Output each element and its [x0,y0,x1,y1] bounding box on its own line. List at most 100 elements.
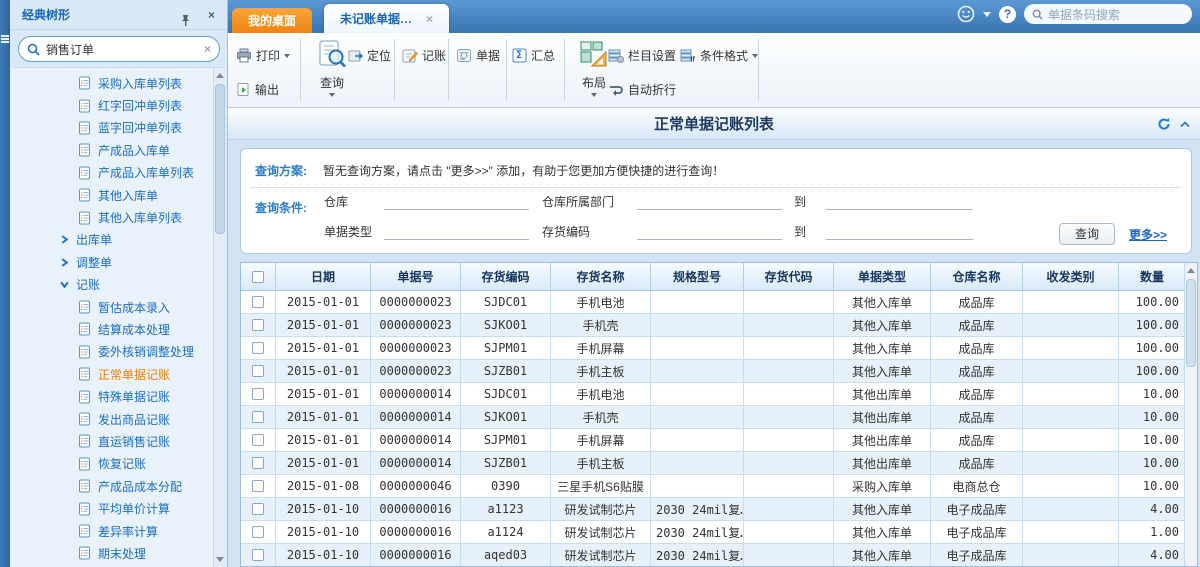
collapse-up-icon[interactable] [1180,121,1190,128]
auto-wrap-button[interactable]: 自动折行 [608,81,676,98]
post-button[interactable]: 记账 [402,47,446,64]
refresh-icon[interactable] [1157,117,1171,131]
column-header[interactable]: 单据号 [371,263,461,290]
scrollbar-thumb[interactable] [215,84,225,234]
warehouse-dept-input[interactable] [637,194,782,210]
sidebar-item[interactable]: 平均单价计算 [10,497,214,519]
table-row[interactable]: 2015-01-010000000023SJZB01手机主板其他入库单成品库10… [241,360,1197,383]
sidebar-item[interactable]: 期末处理 [10,542,214,564]
chevron-right-icon[interactable] [60,235,69,244]
inventory-code-input[interactable] [637,224,782,240]
column-header[interactable]: 数量 [1119,263,1186,290]
sidebar-close-icon[interactable]: × [208,0,215,30]
sidebar-item[interactable]: 其他入库单 [10,184,214,206]
table-row[interactable]: 2015-01-100000000016a1124研发试制芯片2030 24mi… [241,521,1197,544]
column-header[interactable]: 收发类别 [1023,263,1119,290]
scroll-down-icon[interactable] [216,557,224,562]
column-header[interactable]: 存货代码 [744,263,834,290]
sidebar-item[interactable]: 记账 [10,274,214,296]
row-checkbox[interactable] [252,434,264,446]
row-checkbox[interactable] [252,411,264,423]
sidebar-item[interactable]: 蓝字回冲单列表 [10,117,214,139]
tab-close-icon[interactable]: × [426,12,433,26]
clear-search-icon[interactable]: × [204,42,211,56]
locate-button[interactable]: 定位 [348,47,391,64]
row-checkbox[interactable] [252,526,264,538]
inventory-code-to-input[interactable] [826,224,973,240]
sidebar-item[interactable]: 正常单据记账 [10,363,214,385]
sidebar-item[interactable]: 结算成本处理 [10,318,214,340]
sidebar-item[interactable]: 调整单 [10,251,214,273]
grid-scrollbar[interactable] [1184,263,1197,566]
sidebar-item[interactable]: 红字回冲单列表 [10,94,214,116]
print-button[interactable]: 打印 [236,47,290,64]
sidebar-item[interactable]: 其他入库单列表 [10,206,214,228]
row-checkbox[interactable] [252,342,264,354]
column-header[interactable]: 日期 [276,263,371,290]
column-header[interactable]: 单据类型 [834,263,931,290]
row-checkbox[interactable] [252,549,264,561]
row-checkbox[interactable] [252,503,264,515]
table-row[interactable]: 2015-01-010000000014SJZB01手机主板其他出库单成品库10… [241,452,1197,475]
pin-icon[interactable] [180,8,191,38]
column-header[interactable]: 存货名称 [551,263,651,290]
sidebar-item[interactable]: 暂估成本录入 [10,296,214,318]
table-row[interactable]: 2015-01-010000000014SJDC01手机电池其他出库单成品库10… [241,383,1197,406]
more-link[interactable]: 更多>> [1129,226,1167,243]
table-row[interactable]: 2015-01-010000000023SJDC01手机电池其他入库单成品库10… [241,291,1197,314]
doc-type-input[interactable] [384,224,529,240]
warehouse-input[interactable] [384,194,529,210]
document-button[interactable]: 单据 [456,47,500,64]
select-all-checkbox[interactable] [252,271,264,283]
sidebar-search-input[interactable]: 销售订单 × [18,36,220,62]
barcode-search-input[interactable]: 单据条码搜索 [1024,4,1192,24]
scrollbar-thumb[interactable] [1186,279,1196,367]
caret-down-icon[interactable] [983,12,991,17]
sidebar-item[interactable]: 产成品成本分配 [10,475,214,497]
scroll-up-icon[interactable] [216,73,224,78]
row-checkbox[interactable] [252,365,264,377]
tab-my-desktop[interactable]: 我的桌面 [232,8,312,33]
document-label: 单据 [476,47,500,64]
output-button[interactable]: 输出 [236,81,279,98]
sidebar-item[interactable]: 直运销售记账 [10,430,214,452]
menu-icon[interactable] [1,34,9,44]
row-checkbox[interactable] [252,388,264,400]
sidebar-item[interactable]: 出库单 [10,229,214,251]
conditional-format-button[interactable]: If 条件格式 [680,47,758,64]
table-row[interactable]: 2015-01-0800000000460390三星手机S6贴膜采购入库单电商总… [241,475,1197,498]
column-header[interactable]: 仓库名称 [931,263,1023,290]
sidebar-item[interactable]: 产成品入库单 [10,139,214,161]
table-cell: aqed03 [461,544,551,566]
tab-unposted-documents[interactable]: 未记账单据… × [324,4,449,33]
sidebar-item[interactable]: 特殊单据记账 [10,385,214,407]
chevron-right-icon[interactable] [60,258,69,267]
row-checkbox[interactable] [252,480,264,492]
smiley-icon[interactable] [957,5,975,23]
column-header[interactable]: 规格型号 [651,263,744,290]
table-row[interactable]: 2015-01-100000000016a1123研发试制芯片2030 24mi… [241,498,1197,521]
table-row[interactable]: 2015-01-010000000023SJKO01手机壳其他入库单成品库100… [241,314,1197,337]
table-row[interactable]: 2015-01-010000000023SJPM01手机屏幕其他入库单成品库10… [241,337,1197,360]
table-row[interactable]: 2015-01-100000000016aqed03研发试制芯片2030 24m… [241,544,1197,567]
chevron-down-icon[interactable] [60,280,69,289]
help-icon[interactable]: ? [999,6,1016,23]
scroll-up-icon[interactable] [1187,268,1195,273]
column-settings-button[interactable]: 栏目设置 [608,47,676,64]
sidebar-item[interactable]: 采购入库单列表 [10,72,214,94]
sidebar-scrollbar[interactable] [213,68,226,567]
row-checkbox[interactable] [252,296,264,308]
query-submit-button[interactable]: 查询 [1059,223,1115,245]
table-row[interactable]: 2015-01-010000000014SJKO01手机壳其他出库单成品库10.… [241,406,1197,429]
warehouse-dept-to-input[interactable] [826,194,973,210]
row-checkbox[interactable] [252,457,264,469]
row-checkbox[interactable] [252,319,264,331]
sidebar-item[interactable]: 发出商品记账 [10,408,214,430]
summary-button[interactable]: 汇总 [512,47,555,64]
sidebar-item[interactable]: 委外核销调整处理 [10,341,214,363]
table-row[interactable]: 2015-01-010000000014SJPM01手机屏幕其他出库单成品库10… [241,429,1197,452]
sidebar-item[interactable]: 差异率计算 [10,520,214,542]
sidebar-item[interactable]: 恢复记账 [10,453,214,475]
sidebar-item[interactable]: 产成品入库单列表 [10,162,214,184]
column-header[interactable]: 存货编码 [461,263,551,290]
